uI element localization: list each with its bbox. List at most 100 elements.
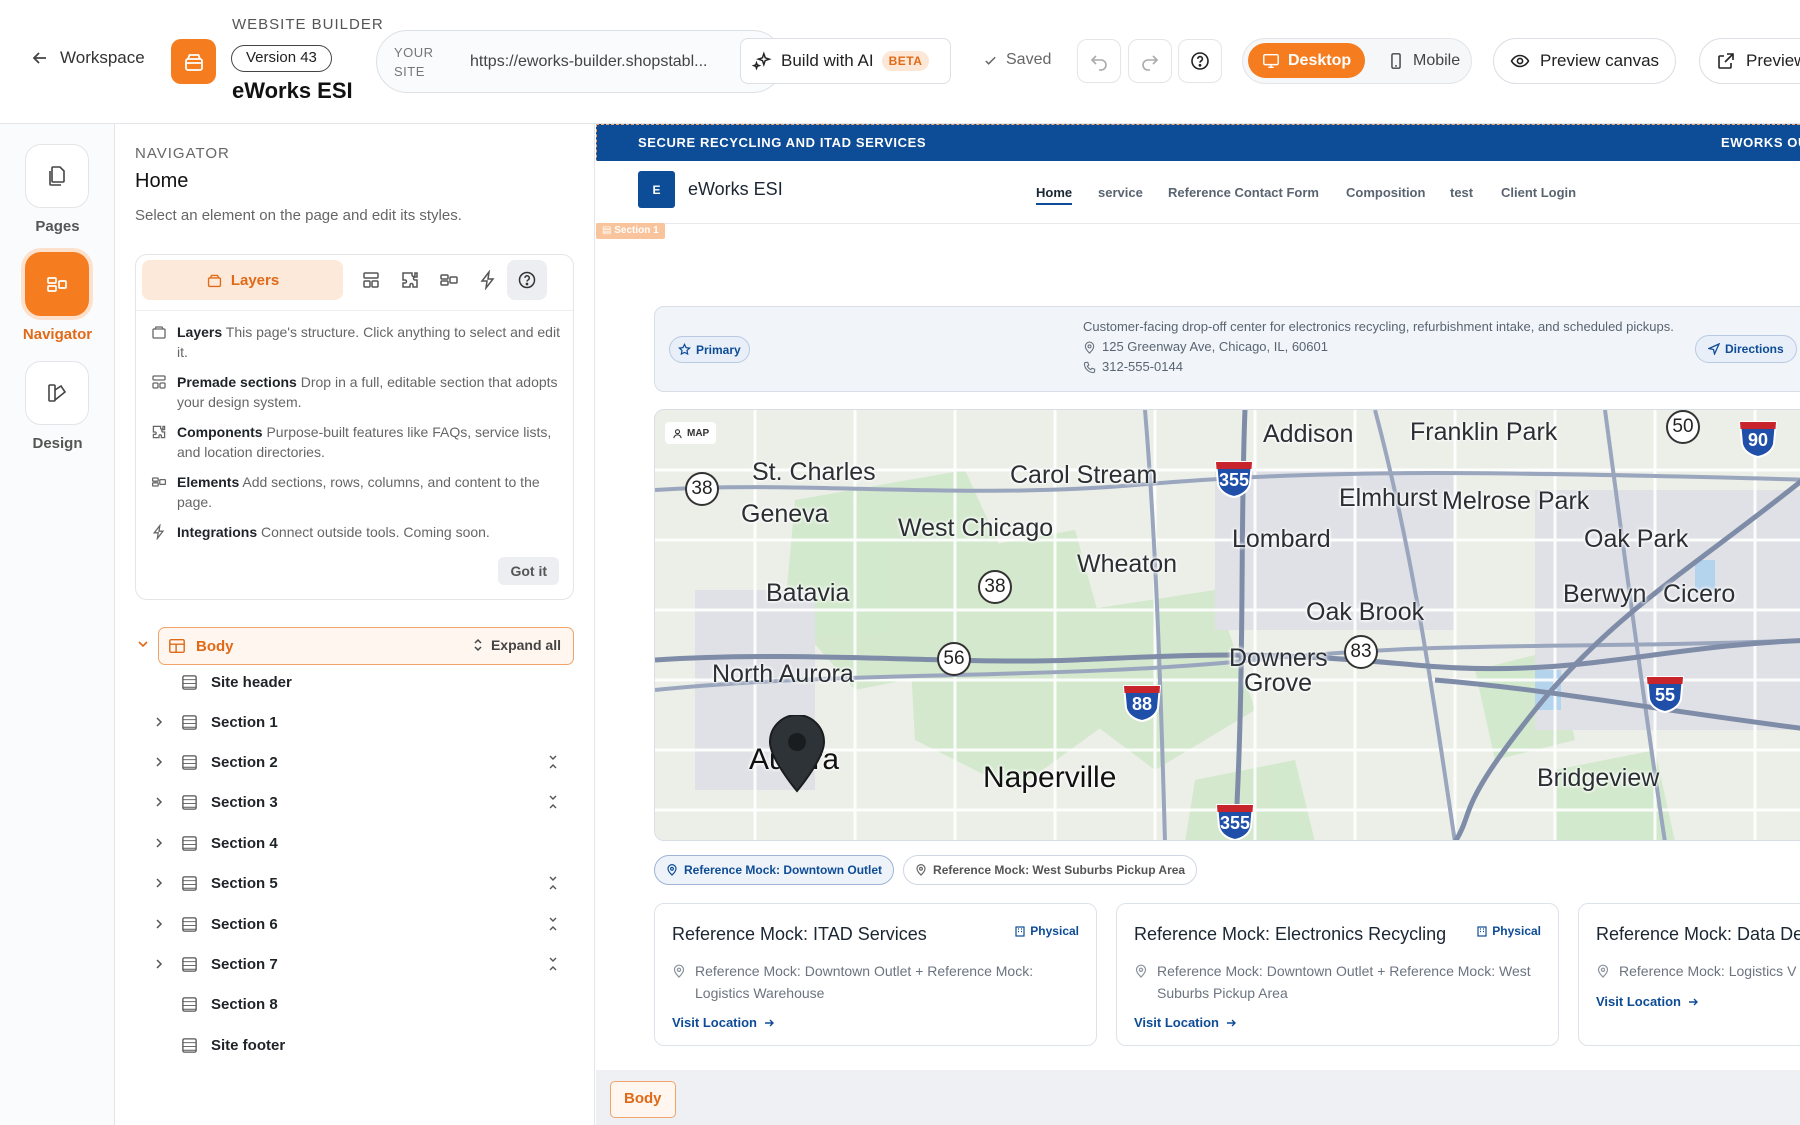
nav-link-reference-contact-form[interactable]: Reference Contact Form: [1168, 185, 1319, 200]
layer-row[interactable]: Site header: [115, 664, 595, 700]
chevron-down-icon[interactable]: [137, 638, 149, 650]
visit-location-link[interactable]: Visit Location: [1596, 994, 1699, 1009]
rail-item-design[interactable]: Design: [25, 361, 90, 452]
collapse-icon[interactable]: [546, 917, 560, 931]
location-map[interactable]: MAP Addison Franklin Park St. Charles Ca…: [654, 409, 1800, 841]
site-header[interactable]: E eWorks ESI Home service Reference Cont…: [596, 161, 1800, 224]
arrow-right-icon: [1227, 1019, 1236, 1026]
navigator-kicker: NAVIGATOR: [135, 145, 230, 162]
layer-body[interactable]: Body Expand all: [158, 627, 574, 665]
collapse-icon[interactable]: [546, 876, 560, 890]
section-icon: [182, 1037, 197, 1053]
layer-row[interactable]: Section 2: [115, 744, 595, 780]
map-marker-icon[interactable]: [768, 715, 826, 793]
layer-row[interactable]: Section 8: [115, 986, 595, 1022]
map-city-label: Oak Brook: [1306, 598, 1425, 626]
undo-button[interactable]: [1077, 39, 1121, 83]
help-components-title: Components: [177, 424, 263, 440]
service-card[interactable]: Reference Mock: ITAD Services Physical R…: [654, 903, 1097, 1046]
nav-link-test[interactable]: test: [1450, 185, 1473, 200]
layer-row[interactable]: Section 7: [115, 946, 595, 982]
tab-integrations[interactable]: [468, 260, 508, 300]
nav-link-home[interactable]: Home: [1036, 185, 1073, 205]
question-icon: [1191, 52, 1209, 70]
desktop-toggle-button[interactable]: Desktop: [1248, 43, 1366, 78]
tab-layers[interactable]: Layers: [142, 260, 343, 300]
collapse-icon[interactable]: [546, 755, 560, 769]
nav-link-client-login[interactable]: Client Login: [1501, 185, 1576, 200]
chevron-right-icon[interactable]: [153, 877, 165, 889]
location-phone[interactable]: 312-555-0144: [1102, 357, 1183, 377]
site-url-field[interactable]: YOUR SITE https://eworks-builder.shopsta…: [376, 30, 784, 93]
layer-row[interactable]: Section 6: [115, 906, 595, 942]
build-with-ai-button[interactable]: Build with AI BETA: [740, 38, 951, 84]
body-breadcrumb-chip[interactable]: Body: [610, 1081, 676, 1118]
visit-location-label: Visit Location: [1596, 994, 1681, 1009]
navigator-description: Select an element on the page and edit i…: [135, 207, 462, 224]
visit-location-link[interactable]: Visit Location: [672, 1015, 775, 1030]
expand-all-button[interactable]: Expand all: [471, 637, 561, 653]
site-url[interactable]: https://eworks-builder.shopstabl...: [470, 53, 744, 71]
chevron-right-icon[interactable]: [153, 756, 165, 768]
location-tab-downtown-outlet[interactable]: Reference Mock: Downtown Outlet: [654, 855, 895, 885]
map-pin-icon: [1597, 964, 1609, 978]
rail-item-pages[interactable]: Pages: [25, 144, 90, 235]
location-card[interactable]: Primary Customer-facing drop-off center …: [654, 306, 1800, 392]
layer-row[interactable]: Section 4: [115, 825, 595, 861]
directions-button[interactable]: Directions: [1695, 335, 1797, 363]
question-icon: [518, 271, 536, 289]
chevron-right-icon[interactable]: [153, 918, 165, 930]
tab-components[interactable]: [390, 260, 430, 300]
chevron-right-icon[interactable]: [153, 716, 165, 728]
layers-icon: [152, 326, 166, 339]
tab-help[interactable]: [507, 260, 547, 300]
site-logo[interactable]: E: [638, 171, 675, 208]
tab-premade-sections[interactable]: [351, 260, 391, 300]
interstate-shield: 88: [1120, 682, 1164, 723]
location-tab-west-suburbs[interactable]: Reference Mock: West Suburbs Pickup Area: [903, 855, 1198, 885]
lightning-icon: [480, 270, 495, 290]
service-title: Reference Mock: Electronics Recycling: [1134, 924, 1447, 944]
preview-button[interactable]: Preview: [1699, 38, 1800, 84]
layer-row[interactable]: Site footer: [115, 1027, 595, 1063]
rail-item-navigator[interactable]: Navigator: [23, 252, 92, 343]
service-card[interactable]: Reference Mock: Data De Reference Mock: …: [1578, 903, 1800, 1046]
layer-row[interactable]: Section 1: [115, 704, 595, 740]
help-layers-title: Layers: [177, 324, 223, 340]
nav-link-service[interactable]: service: [1098, 185, 1143, 200]
tab-elements[interactable]: [429, 260, 469, 300]
back-to-workspace-button[interactable]: Workspace: [30, 48, 145, 68]
interstate-shield-number: 55: [1654, 685, 1676, 705]
route-shield: 38: [685, 472, 719, 506]
help-premade-sections: Premade sections Drop in a full, editabl…: [151, 372, 561, 412]
chevron-right-icon[interactable]: [153, 796, 165, 808]
announcement-bar[interactable]: SECURE RECYCLING AND ITAD SERVICES EWORK…: [596, 124, 1800, 161]
preview-canvas-button[interactable]: Preview canvas: [1493, 38, 1677, 84]
redo-button[interactable]: [1128, 39, 1172, 83]
layer-row[interactable]: Section 5: [115, 865, 595, 901]
mobile-toggle-button[interactable]: Mobile: [1373, 43, 1474, 78]
help-button[interactable]: [1178, 39, 1222, 83]
visit-location-link[interactable]: Visit Location: [1134, 1015, 1237, 1030]
interstate-shield: 55: [1643, 673, 1687, 714]
site-brand[interactable]: eWorks ESI: [688, 179, 783, 200]
top-bar: Workspace WEBSITE BUILDER Version 43 eWo…: [0, 0, 1800, 124]
chevron-right-icon[interactable]: [153, 837, 165, 849]
map-city-label: West Chicago: [898, 514, 1054, 542]
collapse-icon[interactable]: [546, 795, 560, 809]
desktop-label: Desktop: [1288, 51, 1352, 69]
collapse-icon[interactable]: [546, 957, 560, 971]
map-pin-icon: [667, 864, 677, 876]
layer-body-label: Body: [196, 637, 234, 655]
chevron-right-icon[interactable]: [153, 958, 165, 970]
service-card[interactable]: Reference Mock: Electronics Recycling Ph…: [1116, 903, 1559, 1046]
layer-row[interactable]: Section 3: [115, 784, 595, 820]
puzzle-icon: [152, 425, 166, 439]
lightning-icon: [152, 524, 165, 540]
service-locations-text: Reference Mock: Logistics V: [1619, 963, 1797, 979]
section-tag[interactable]: ▤ Section 1: [596, 223, 665, 239]
version-badge[interactable]: Version 43: [231, 45, 332, 72]
section-icon: [182, 956, 197, 972]
nav-link-composition[interactable]: Composition: [1346, 185, 1425, 200]
got-it-button[interactable]: Got it: [498, 557, 559, 585]
